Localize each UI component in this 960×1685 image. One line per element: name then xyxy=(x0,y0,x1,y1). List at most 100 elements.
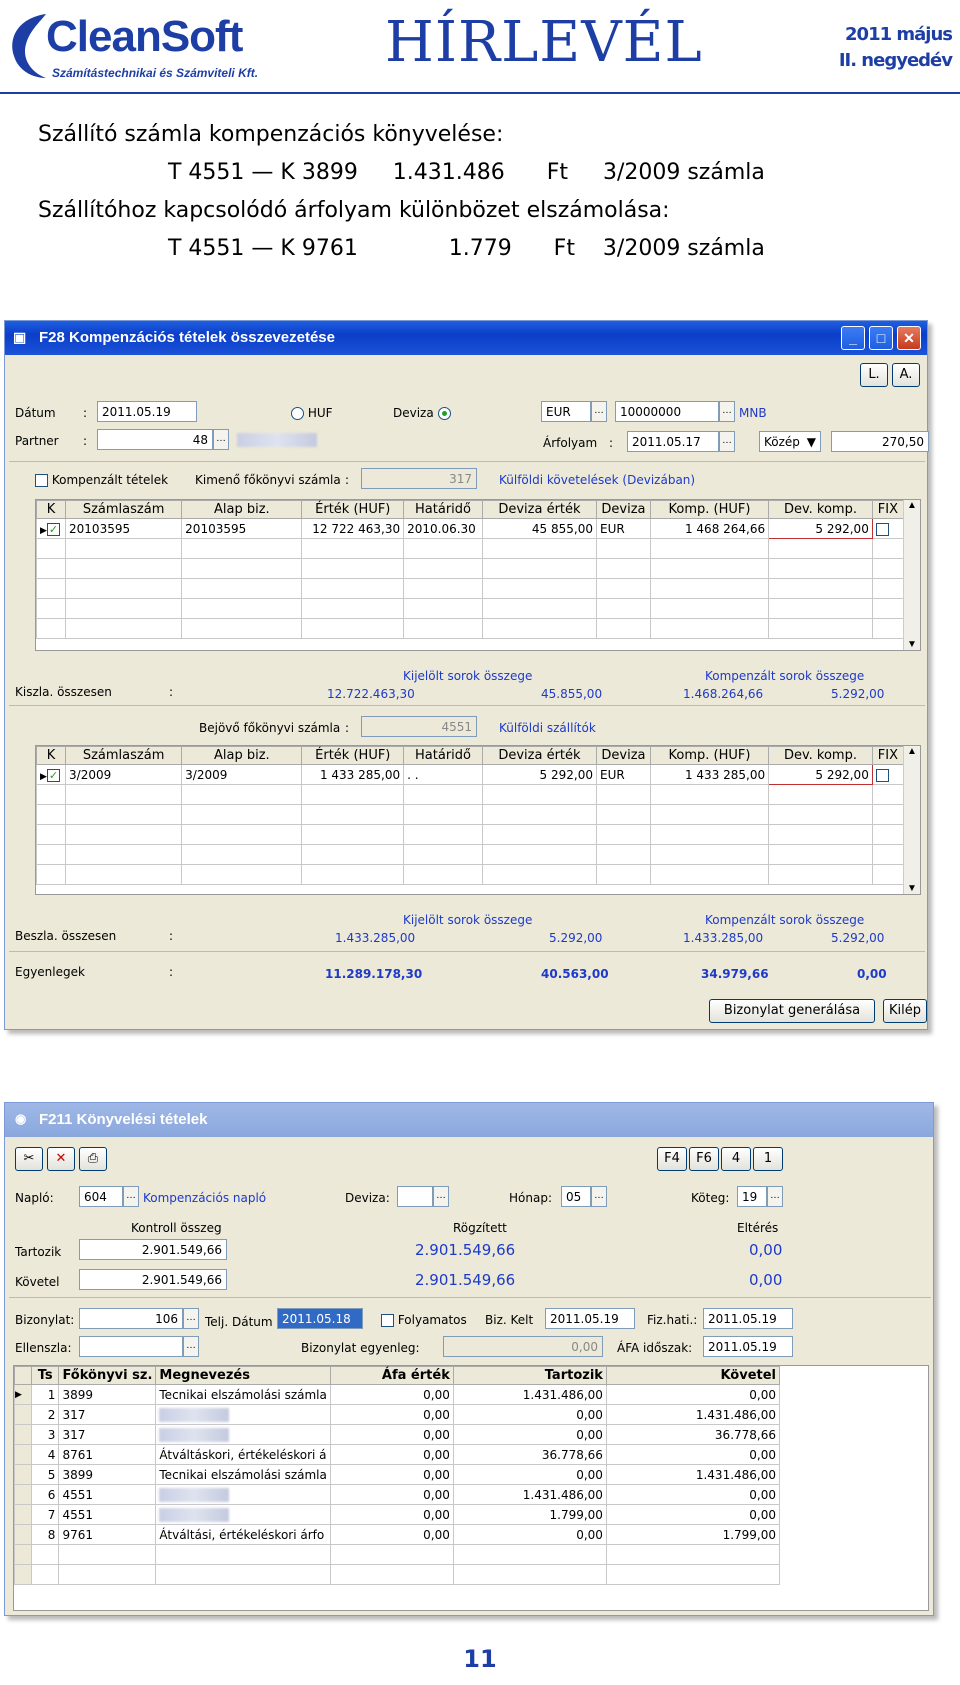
cell[interactable]: 2010.06.30 xyxy=(403,518,483,539)
table-row[interactable] xyxy=(36,598,905,619)
a-button[interactable]: A. xyxy=(892,363,920,387)
col-tartozik[interactable]: Tartozik xyxy=(452,1366,607,1385)
cell-ts[interactable]: 3 xyxy=(31,1424,60,1445)
col-fix[interactable]: FIX xyxy=(871,746,905,765)
row-check[interactable]: ▶ ✓ xyxy=(36,518,67,539)
dropdown-arrow-icon[interactable]: ▼ xyxy=(807,435,816,449)
cell-afa-ertek[interactable]: 0,00 xyxy=(329,1484,454,1505)
currency-select[interactable]: EUR xyxy=(541,401,591,422)
tartozik-kontroll[interactable]: 2.901.549,66 xyxy=(79,1239,227,1260)
f211-titlebar[interactable]: ◉ F211 Könyvelési tételek xyxy=(5,1103,933,1137)
komp-checkbox[interactable]: Kompenzált tételek xyxy=(35,473,168,487)
cell-tartozik[interactable]: 1.431.486,00 xyxy=(452,1484,607,1505)
bizonylat-input[interactable]: 106 xyxy=(79,1308,183,1329)
exit-button[interactable]: Kilép xyxy=(883,999,927,1023)
col-dev-komp[interactable]: Dev. komp. xyxy=(768,500,873,519)
huf-radio[interactable]: HUF xyxy=(291,406,333,420)
table-row[interactable]: ▶ ✓ 20103595 20103595 12 722 463,30 2010.… xyxy=(36,518,905,539)
fix-cell[interactable] xyxy=(871,764,905,785)
row-indicator[interactable] xyxy=(14,1524,33,1545)
cell-kovetel[interactable]: 0,00 xyxy=(605,1384,781,1405)
col-fokonyvi[interactable]: Főkönyvi sz. xyxy=(58,1366,157,1385)
table-row[interactable]: 2 317 0,00 0,00 1.431.486,00 xyxy=(14,1404,781,1425)
cell-fokonyvi[interactable]: 317 xyxy=(58,1424,157,1445)
table-row[interactable]: 7 4551 0,00 1.799,00 0,00 xyxy=(14,1504,781,1525)
cell-fokonyvi[interactable]: 317 xyxy=(58,1404,157,1425)
col-afa-ertek[interactable]: Áfa érték xyxy=(329,1366,454,1385)
cell-afa-ertek[interactable]: 0,00 xyxy=(329,1404,454,1425)
delete-icon-button[interactable]: ✕ xyxy=(47,1147,75,1171)
cell-tartozik[interactable]: 0,00 xyxy=(452,1404,607,1425)
fix-checkbox-icon[interactable] xyxy=(875,768,889,782)
row-indicator[interactable] xyxy=(14,1404,33,1425)
cell-kovetel[interactable]: 1.431.486,00 xyxy=(605,1464,781,1485)
table-row[interactable]: 8 9761 Átváltási, értékeléskori árfo 0,00 0,… xyxy=(14,1524,781,1545)
cell[interactable]: 3/2009 xyxy=(65,764,183,785)
cell-tartozik[interactable]: 1.431.486,00 xyxy=(452,1384,607,1405)
cell-megnevezes[interactable]: Tecnikai elszámolási számla xyxy=(155,1464,331,1485)
cell-kovetel[interactable]: 0,00 xyxy=(605,1504,781,1525)
table-row[interactable] xyxy=(14,1564,781,1585)
check-icon[interactable]: ✓ xyxy=(46,768,60,782)
cell[interactable]: 12 722 463,30 xyxy=(301,518,405,539)
cell-afa-ertek[interactable]: 0,00 xyxy=(329,1504,454,1525)
cell-ts[interactable]: 8 xyxy=(31,1524,60,1545)
table-row[interactable] xyxy=(36,618,905,639)
col-deviza[interactable]: Deviza xyxy=(595,500,651,519)
cell-megnevezes[interactable]: Tecnikai elszámolási számla xyxy=(155,1384,331,1405)
cell-ts[interactable]: 7 xyxy=(31,1504,60,1525)
cell-tartozik[interactable]: 36.778,66 xyxy=(452,1444,607,1465)
col-komp-huf[interactable]: Komp. (HUF) xyxy=(649,500,770,519)
cell-megnevezes[interactable]: Átváltási, értékeléskori árfo xyxy=(155,1524,331,1545)
table-row[interactable] xyxy=(36,824,905,845)
table-row[interactable]: 6 4551 0,00 1.431.486,00 0,00 xyxy=(14,1484,781,1505)
cell-megnevezes[interactable] xyxy=(155,1404,331,1425)
table-row[interactable] xyxy=(14,1544,781,1565)
cell-megnevezes[interactable]: Átváltáskori, értékeléskori á xyxy=(155,1444,331,1465)
deviza-radio[interactable]: Deviza xyxy=(393,406,451,420)
cell-ts[interactable]: 5 xyxy=(31,1464,60,1485)
cell-megnevezes[interactable] xyxy=(155,1424,331,1445)
ellenszla-input[interactable] xyxy=(79,1336,183,1357)
maximize-button[interactable]: □ xyxy=(869,326,893,350)
cell-tartozik[interactable]: 0,00 xyxy=(452,1524,607,1545)
cell-fokonyvi[interactable]: 8761 xyxy=(58,1444,157,1465)
cell-kovetel[interactable]: 0,00 xyxy=(605,1444,781,1465)
folyamatos-checkbox-icon[interactable] xyxy=(381,1314,394,1327)
scroll-down-icon[interactable]: ▼ xyxy=(904,639,920,650)
col-deviza[interactable]: Deviza xyxy=(595,746,651,765)
cell-kovetel[interactable]: 1.431.486,00 xyxy=(605,1404,781,1425)
table-row[interactable] xyxy=(36,578,905,599)
deviza-radio-icon[interactable] xyxy=(437,407,451,420)
table-row[interactable] xyxy=(36,844,905,865)
cell-tartozik[interactable]: 1.799,00 xyxy=(452,1504,607,1525)
table-row[interactable]: ▶ 1 3899 Tecnikai elszámolási számla 0,00 1.4… xyxy=(14,1384,781,1405)
row-check[interactable]: ▶ ✓ xyxy=(36,764,67,785)
f28-titlebar[interactable]: ▣ F28 Kompenzációs tételek összevezetése… xyxy=(5,321,927,355)
currency-picker-button[interactable]: … xyxy=(591,401,607,422)
cell-ts[interactable]: 4 xyxy=(31,1444,60,1465)
partner-picker-button[interactable]: … xyxy=(213,429,229,450)
cell[interactable]: 5 292,00 xyxy=(768,764,873,785)
cell-tartozik[interactable]: 0,00 xyxy=(452,1464,607,1485)
fix-cell[interactable] xyxy=(871,518,905,539)
col-szamlaszam[interactable]: Számlaszám xyxy=(65,746,183,765)
table-row[interactable] xyxy=(36,804,905,825)
vertical-scrollbar[interactable]: ▲ ▼ xyxy=(903,746,920,894)
cell[interactable]: 1 433 285,00 xyxy=(301,764,405,785)
f6-button[interactable]: F6 xyxy=(689,1147,719,1171)
col-szamlaszam[interactable]: Számlaszám xyxy=(65,500,183,519)
f4-button[interactable]: F4 xyxy=(657,1147,687,1171)
arfolyam-picker-button[interactable]: … xyxy=(719,431,735,452)
cell[interactable]: 20103595 xyxy=(65,518,183,539)
col-alap-biz[interactable]: Alap biz. xyxy=(181,500,303,519)
table-row[interactable] xyxy=(36,558,905,579)
rate-input[interactable]: 270,50 xyxy=(831,431,929,452)
table-row[interactable] xyxy=(36,784,905,805)
cell-fokonyvi[interactable]: 3899 xyxy=(58,1464,157,1485)
col-deviza-ertek[interactable]: Deviza érték xyxy=(481,500,597,519)
naplo-input[interactable]: 604 xyxy=(79,1186,123,1207)
row-indicator[interactable] xyxy=(14,1444,33,1465)
cell-fokonyvi[interactable]: 9761 xyxy=(58,1524,157,1545)
cell-megnevezes[interactable] xyxy=(155,1484,331,1505)
